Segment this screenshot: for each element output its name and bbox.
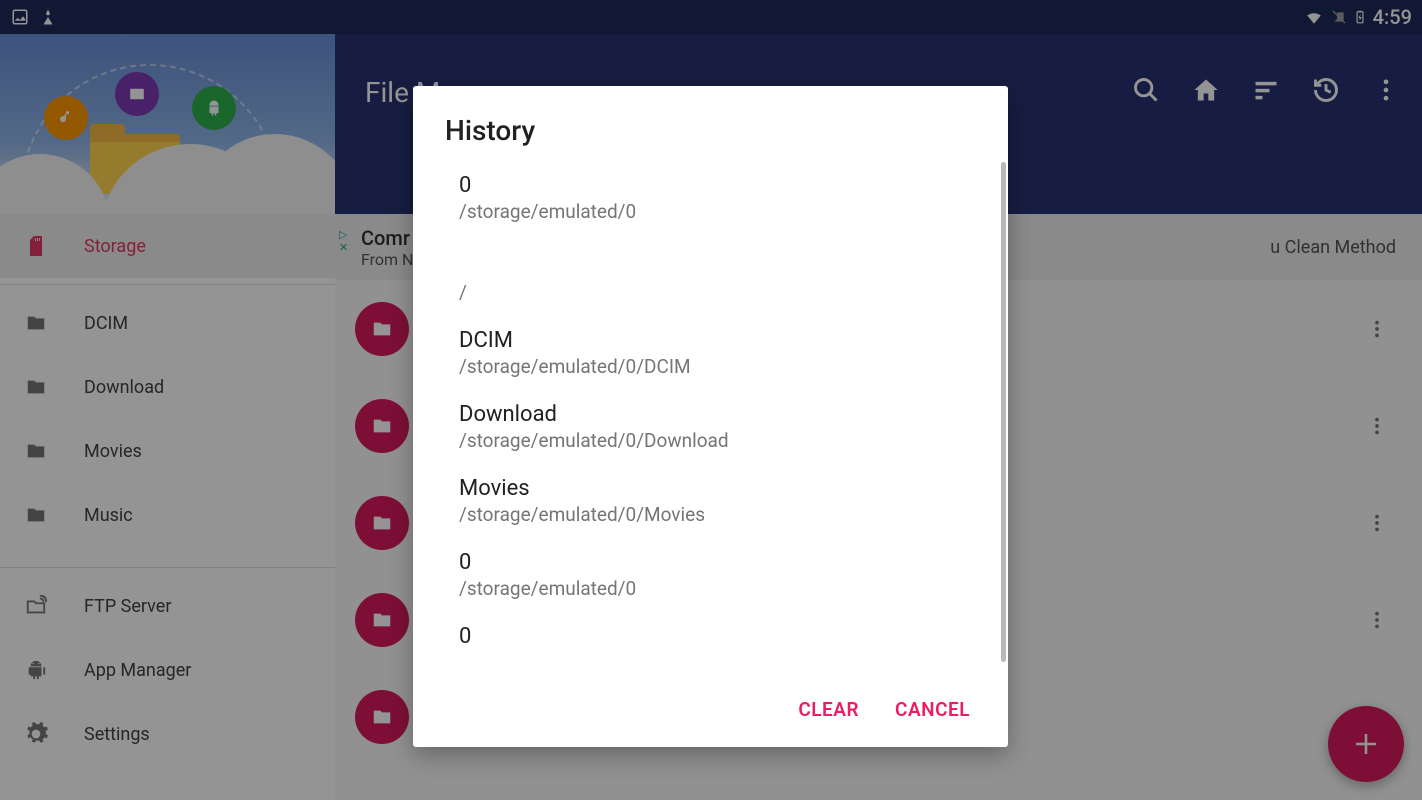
- history-item[interactable]: Movies /storage/emulated/0/Movies: [459, 468, 976, 542]
- history-item[interactable]: /: [459, 271, 976, 320]
- history-dialog: History 0 /storage/emulated/0 / DCIM /st…: [413, 86, 1008, 747]
- history-path: /storage/emulated/0: [459, 577, 976, 600]
- history-name: Download: [459, 402, 976, 427]
- history-name: 0: [459, 550, 976, 575]
- history-name: Movies: [459, 476, 976, 501]
- dialog-title: History: [413, 86, 1008, 165]
- history-item[interactable]: 0: [459, 616, 976, 667]
- cancel-button[interactable]: CANCEL: [887, 688, 978, 731]
- dialog-body[interactable]: 0 /storage/emulated/0 / DCIM /storage/em…: [413, 165, 1008, 676]
- history-name: DCIM: [459, 328, 976, 353]
- history-path: /: [459, 281, 976, 304]
- history-item[interactable]: Download /storage/emulated/0/Download: [459, 394, 976, 468]
- history-name: 0: [459, 624, 976, 649]
- history-item[interactable]: 0 /storage/emulated/0: [459, 165, 976, 239]
- history-item[interactable]: 0 /storage/emulated/0: [459, 542, 976, 616]
- clear-button[interactable]: CLEAR: [790, 688, 867, 731]
- scrollbar[interactable]: [1001, 165, 1006, 662]
- history-path: /storage/emulated/0/Movies: [459, 503, 976, 526]
- history-name: 0: [459, 173, 976, 198]
- history-path: /storage/emulated/0/DCIM: [459, 355, 976, 378]
- history-path: /storage/emulated/0/Download: [459, 429, 976, 452]
- history-item[interactable]: DCIM /storage/emulated/0/DCIM: [459, 320, 976, 394]
- history-path: /storage/emulated/0: [459, 200, 976, 223]
